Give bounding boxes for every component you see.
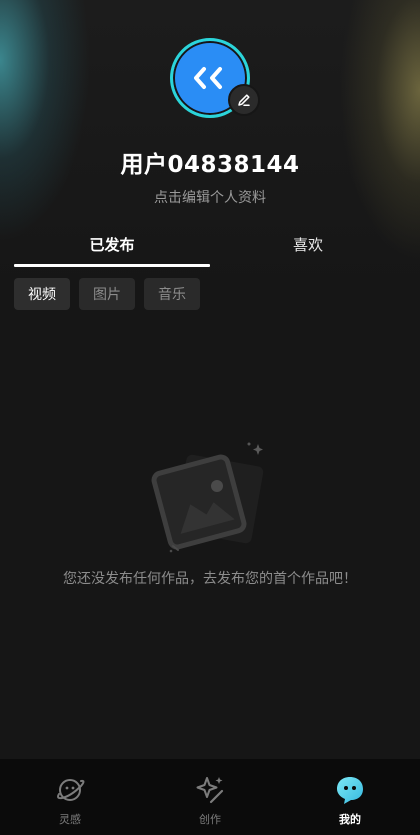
edit-profile-link[interactable]: 点击编辑个人资料 — [0, 187, 420, 207]
content-filter-chips: 视频 图片 音乐 — [14, 278, 200, 310]
pencil-icon — [238, 94, 250, 106]
username: 用户04838144 — [120, 152, 300, 178]
tab-published[interactable]: 已发布 — [14, 226, 210, 262]
profile-tabs: 已发布 喜欢 — [0, 226, 420, 268]
nav-create[interactable]: 创作 — [140, 759, 280, 835]
sparkle-wand-icon — [196, 777, 224, 804]
nav-mine[interactable]: 我的 — [280, 759, 420, 835]
nav-inspiration[interactable]: 灵感 — [0, 759, 140, 835]
image-placeholder-icon — [151, 442, 264, 553]
edit-avatar-button[interactable] — [228, 84, 260, 116]
double-chevron-avatar-icon — [194, 67, 222, 89]
active-tab-indicator — [14, 264, 210, 267]
filter-image[interactable]: 图片 — [79, 278, 135, 310]
nav-label-create: 创作 — [199, 813, 221, 826]
nav-label-inspiration: 灵感 — [59, 813, 81, 826]
planet-icon — [57, 779, 85, 801]
tab-liked[interactable]: 喜欢 — [210, 226, 406, 262]
chat-bubble-icon — [337, 777, 363, 804]
nav-label-mine: 我的 — [339, 813, 361, 826]
filter-music[interactable]: 音乐 — [144, 278, 200, 310]
bottom-navigation: 灵感 创作 我的 — [0, 759, 420, 835]
filter-video[interactable]: 视频 — [14, 278, 70, 310]
avatar-container[interactable] — [170, 38, 260, 118]
empty-state-message: 您还没发布任何作品，去发布您的首个作品吧！ — [63, 571, 357, 587]
